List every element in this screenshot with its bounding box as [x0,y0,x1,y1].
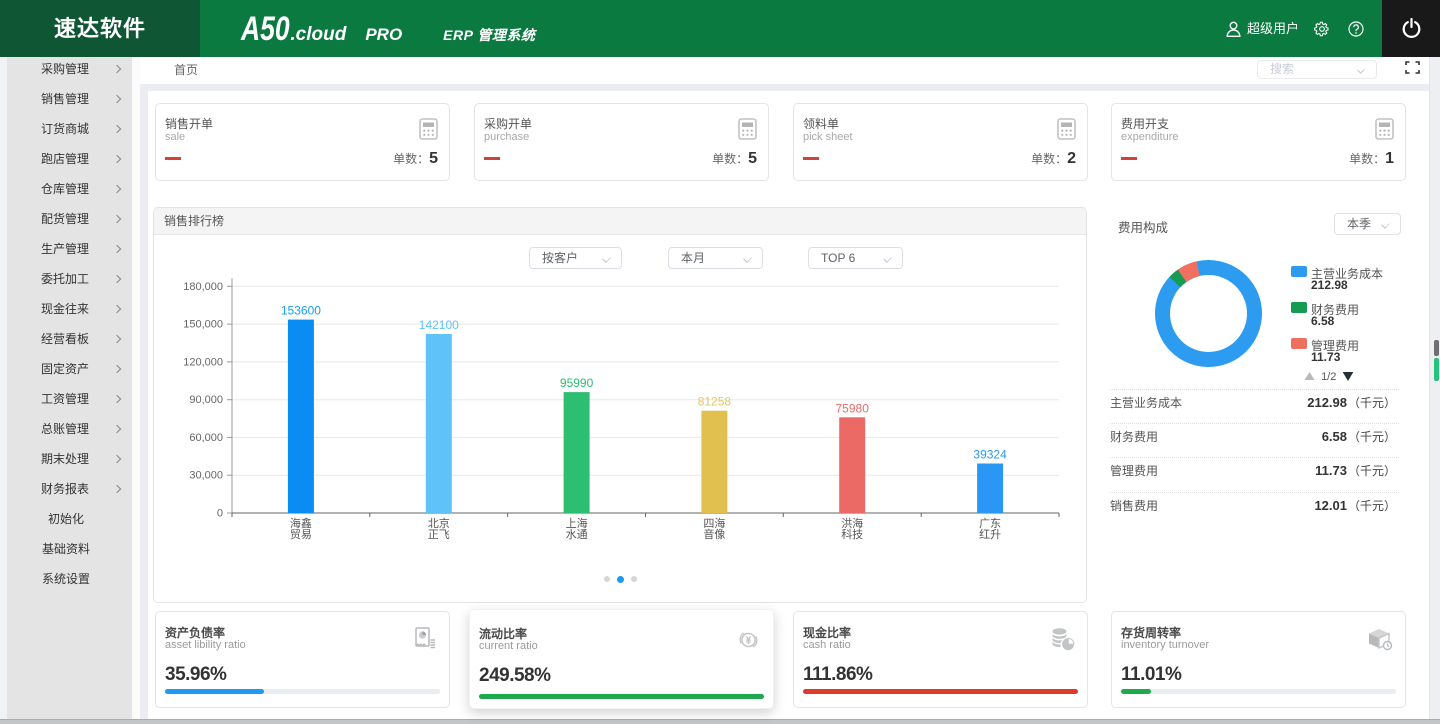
svg-text:水通: 水通 [566,528,588,541]
svg-text:正飞: 正飞 [428,529,450,541]
svg-text:75980: 75980 [836,401,870,415]
svg-text:180,000: 180,000 [183,281,223,293]
svg-text:150,000: 150,000 [183,319,223,331]
svg-text:科技: 科技 [841,527,863,541]
svg-text:0: 0 [217,508,223,520]
svg-text:海鑫: 海鑫 [290,516,312,530]
svg-text:北京: 北京 [428,516,450,530]
svg-text:红升: 红升 [979,528,1001,541]
svg-text:120,000: 120,000 [183,356,223,368]
svg-text:音像: 音像 [703,527,725,541]
svg-text:142100: 142100 [419,318,459,332]
svg-text:95990: 95990 [560,376,594,390]
svg-text:60,000: 60,000 [189,432,223,444]
svg-text:四海: 四海 [703,516,725,530]
svg-text:洪海: 洪海 [841,516,863,530]
svg-text:90,000: 90,000 [189,394,223,406]
svg-text:贸易: 贸易 [290,528,312,541]
svg-text:81258: 81258 [698,395,732,409]
svg-text:153600: 153600 [281,304,321,318]
svg-text:30,000: 30,000 [189,470,223,482]
svg-text:39324: 39324 [973,448,1007,462]
svg-text:上海: 上海 [566,516,588,530]
